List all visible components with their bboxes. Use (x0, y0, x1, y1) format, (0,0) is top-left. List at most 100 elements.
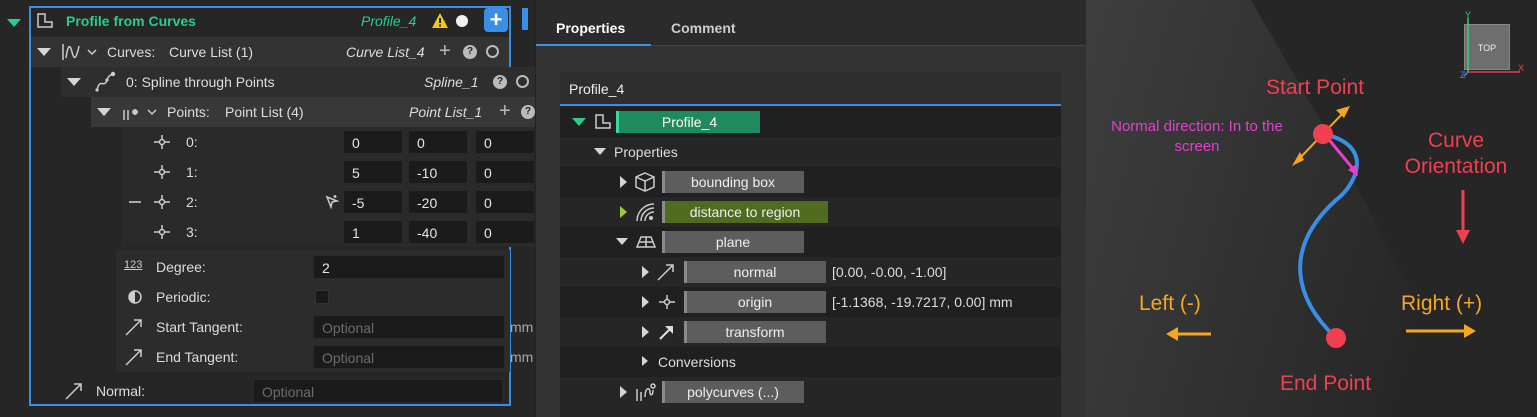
normal-prop-row[interactable]: normal [0.00, -0.00, -1.00] (560, 257, 1061, 287)
plus-icon[interactable]: + (499, 100, 511, 123)
distance-name[interactable]: distance to region (662, 201, 828, 223)
tree-header-title: Profile_4 (569, 81, 625, 97)
origin-row[interactable]: origin [-1.1368, -19.7217, 0.00] mm (560, 287, 1061, 317)
conversions-row[interactable]: Conversions (560, 347, 1061, 377)
expand-triangle-icon[interactable] (7, 19, 21, 27)
curves-value: Curve List (1) (169, 44, 254, 60)
vector-icon (125, 319, 142, 336)
periodic-row[interactable]: Periodic: (116, 282, 536, 312)
expand-triangle-icon[interactable] (616, 238, 628, 245)
bounding-box-row[interactable]: bounding box (560, 167, 1061, 197)
point-index: 2: (186, 194, 198, 210)
viewport[interactable]: Start Point End Point Normal direction: … (1086, 0, 1537, 417)
axis-z-label: Z (1460, 70, 1466, 80)
point-z-input[interactable]: 0 (475, 160, 535, 184)
expand-triangle-icon[interactable] (572, 118, 586, 126)
point-x-input[interactable]: -5 (343, 190, 403, 214)
point-x-input[interactable]: 5 (343, 160, 403, 184)
polycurves-row[interactable]: polycurves (...) (560, 377, 1061, 407)
point-z-input[interactable]: 0 (475, 130, 535, 154)
origin-name[interactable]: origin (684, 291, 826, 313)
help-icon[interactable]: ? (493, 75, 507, 89)
points-row[interactable]: Points: Point List (4) Point List_1 + ? (91, 97, 535, 127)
expand-triangle-icon[interactable] (642, 266, 649, 278)
left-panel: Profile from Curves Profile_4 + Curves: … (0, 0, 535, 417)
point-row-0[interactable]: 0: 0 0 0 (121, 127, 535, 157)
properties-group-label: Properties (614, 144, 678, 160)
plus-icon[interactable]: + (439, 40, 451, 63)
spline-row[interactable]: 0: Spline through Points Spline_1 ? (61, 67, 535, 97)
expand-triangle-icon[interactable] (620, 176, 627, 188)
normal-name[interactable]: normal (684, 261, 826, 283)
expand-triangle-icon[interactable] (97, 108, 111, 116)
pick-point-icon[interactable] (324, 194, 340, 210)
root-name-box[interactable]: Profile_4 (616, 111, 760, 133)
expand-triangle-icon[interactable] (594, 148, 606, 155)
degree-input[interactable]: 2 (313, 255, 505, 279)
help-icon[interactable]: ? (521, 105, 535, 119)
point-row-3[interactable]: 3: 1 -40 0 (121, 217, 535, 247)
normal-direction-note: Normal direction: In to the screen (1111, 118, 1283, 155)
start-tangent-row[interactable]: Start Tangent: Optional mm (116, 312, 536, 342)
transform-name[interactable]: transform (684, 321, 826, 343)
circle-icon[interactable] (486, 45, 499, 58)
right-direction-label: Right (+) (1401, 292, 1483, 315)
expand-triangle-icon[interactable] (642, 296, 649, 308)
point-row-2[interactable]: 2: -5 -20 0 (121, 187, 535, 217)
point-z-input[interactable]: 0 (475, 190, 535, 214)
expand-triangle-icon[interactable] (37, 48, 51, 56)
point-index: 0: (186, 134, 198, 150)
end-point-label: End Point (1280, 372, 1372, 395)
help-icon[interactable]: ? (463, 45, 477, 59)
points-type: Point List_1 (409, 104, 483, 120)
expand-triangle-icon[interactable] (620, 206, 627, 218)
start-tangent-input[interactable]: Optional (313, 315, 505, 339)
expand-triangle-icon[interactable] (620, 386, 627, 398)
normal-input[interactable]: Optional (253, 379, 503, 403)
plane-name[interactable]: plane (662, 231, 804, 253)
point-y-input[interactable]: -20 (408, 190, 468, 214)
point-row-1[interactable]: 1: 5 -10 0 (121, 157, 535, 187)
polycurve-icon (636, 383, 656, 401)
expand-triangle-icon[interactable] (67, 78, 81, 86)
point-y-input[interactable]: 0 (408, 130, 468, 154)
transform-icon (659, 326, 673, 340)
chevron-down-icon[interactable] (146, 106, 158, 118)
tab-comment[interactable]: Comment (651, 6, 761, 46)
distance-row[interactable]: distance to region (560, 197, 1061, 227)
circle-icon[interactable] (516, 75, 529, 88)
expand-triangle-icon[interactable] (642, 326, 649, 338)
curves-row[interactable]: Curves: Curve List (1) Curve List_4 + ? (31, 37, 509, 67)
axis-x-label: X (1518, 63, 1525, 73)
end-tangent-row[interactable]: End Tangent: Optional mm (116, 342, 536, 372)
plane-icon (636, 236, 656, 248)
curve-orientation-label: Curve Orientation (1404, 129, 1508, 178)
periodic-checkbox[interactable] (315, 290, 329, 304)
conversions-label: Conversions (658, 354, 736, 370)
normal-row[interactable]: Normal: Optional (56, 377, 508, 405)
chevron-down-icon[interactable] (86, 46, 98, 58)
normal-value: [0.00, -0.00, -1.00] (832, 264, 947, 280)
curves-type: Curve List_4 (346, 44, 425, 60)
numeric-icon: 123 (124, 259, 143, 271)
drag-handle-icon[interactable] (129, 201, 141, 203)
degree-row[interactable]: 123 Degree: 2 (116, 252, 536, 282)
polycurves-name[interactable]: polycurves (...) (662, 381, 804, 403)
origin-value: [-1.1368, -19.7217, 0.00] mm (832, 294, 1013, 310)
plane-row[interactable]: plane (560, 227, 1061, 257)
point-x-input[interactable]: 1 (343, 220, 403, 244)
tab-properties[interactable]: Properties (536, 6, 651, 46)
point-index: 1: (186, 164, 198, 180)
properties-group-row[interactable]: Properties (560, 137, 1061, 167)
point-z-input[interactable]: 0 (475, 220, 535, 244)
point-y-input[interactable]: -10 (408, 160, 468, 184)
transform-row[interactable]: transform (560, 317, 1061, 347)
end-tangent-input[interactable]: Optional (313, 345, 505, 369)
start-tangent-label: Start Tangent: (156, 319, 243, 335)
bounding-box-name[interactable]: bounding box (662, 171, 804, 193)
point-y-input[interactable]: -40 (408, 220, 468, 244)
axis-y-label: Y (1465, 10, 1472, 20)
expand-triangle-icon[interactable] (642, 356, 648, 366)
point-x-input[interactable]: 0 (343, 130, 403, 154)
tree-root-row[interactable]: Profile_4 (560, 107, 1061, 137)
